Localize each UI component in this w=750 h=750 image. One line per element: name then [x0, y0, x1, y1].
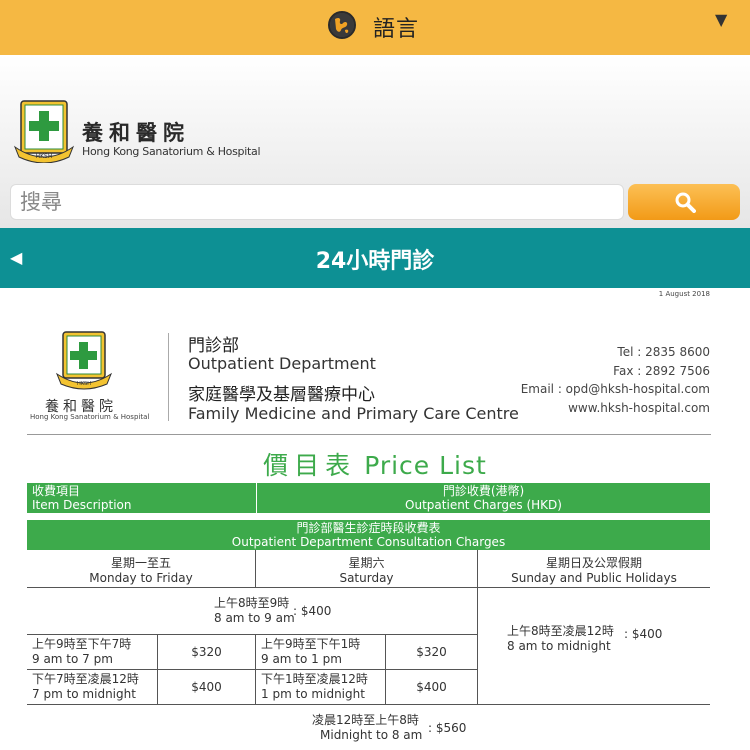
- sat-eve-cn: 下午1時至凌晨12時: [261, 672, 368, 686]
- language-label: 語言: [373, 17, 420, 42]
- divider: [27, 434, 711, 435]
- price-title-en: Price List: [364, 451, 487, 480]
- section-header-cn: 門診部醫生診症時段收費表: [296, 521, 441, 535]
- triangle-down-icon[interactable]: ▼: [715, 10, 727, 29]
- early-period: 上午8時至9時 8 am to 9 am: [214, 596, 295, 626]
- weekday-day-en: 9 am to 7 pm: [32, 652, 113, 666]
- weekday-eve-cn: 下午7時至凌晨12時: [32, 672, 139, 686]
- hospital-name-cn: 養和醫院: [82, 120, 190, 145]
- price-title-cn: 價目表: [263, 451, 357, 480]
- sat-day-price: $320: [416, 645, 447, 659]
- night-period: 凌晨12時至上午8時 Midnight to 8 am: [312, 713, 422, 743]
- department-en: Outpatient Department: [188, 354, 376, 373]
- divider: [168, 333, 169, 421]
- holiday-price: : $400: [624, 627, 663, 641]
- night-cn: 凌晨12時至上午8時: [312, 713, 419, 727]
- col-saturday: 星期六 Saturday: [256, 556, 477, 586]
- centre-en: Family Medicine and Primary Care Centre: [188, 404, 519, 423]
- col-holiday: 星期日及公眾假期 Sunday and Public Holidays: [478, 556, 710, 586]
- document-date: 1 August 2018: [658, 290, 710, 298]
- weekday-eve-en: 7 pm to midnight: [32, 687, 136, 701]
- charge-header: 門診收費(港幣) Outpatient Charges (HKD): [257, 484, 710, 512]
- col-saturday-cn: 星期六: [348, 556, 385, 570]
- night-price: : $560: [428, 721, 467, 735]
- item-header-en: Item Description: [32, 498, 132, 512]
- sat-eve-period: 下午1時至凌晨12時 1 pm to midnight: [261, 672, 368, 702]
- sat-day-period: 上午9時至下午1時 9 am to 1 pm: [261, 637, 360, 667]
- language-bar[interactable]: 語言 ▼: [0, 0, 750, 55]
- price-list-title: 價目表 Price List: [0, 446, 750, 482]
- early-en: 8 am to 9 am: [214, 611, 295, 625]
- sat-day-en: 9 am to 1 pm: [261, 652, 342, 666]
- item-header-cn: 收費項目: [32, 484, 81, 498]
- early-cn: 上午8時至9時: [214, 596, 290, 610]
- sat-day-cn: 上午9時至下午1時: [261, 637, 361, 651]
- hospital-logo: HKSH: [13, 100, 75, 163]
- table-line: [27, 587, 710, 588]
- svg-text:HKSH: HKSH: [36, 153, 53, 160]
- hospital-name-en: Hong Kong Sanatorium & Hospital: [82, 145, 261, 158]
- contact-info: Tel : 2835 8600 Fax : 2892 7506 Email : …: [521, 343, 710, 417]
- sat-eve-price: $400: [416, 680, 447, 694]
- search-button[interactable]: [628, 184, 740, 220]
- page-title: 24小時門診: [315, 249, 435, 274]
- table-line: [27, 634, 477, 635]
- col-weekday-en: Monday to Friday: [89, 571, 193, 585]
- svg-text:HKSH: HKSH: [77, 381, 91, 387]
- website: www.hksh-hospital.com: [568, 400, 710, 415]
- fax: Fax : 2892 7506: [613, 363, 710, 378]
- section-header: 門診部醫生診症時段收費表 Outpatient Department Consu…: [27, 520, 710, 550]
- centre-cn: 家庭醫學及基層醫療中心: [188, 385, 375, 405]
- holiday-en: 8 am to midnight: [507, 639, 611, 653]
- col-weekday-cn: 星期一至五: [110, 556, 171, 570]
- weekday-eve-period: 下午7時至凌晨12時 7 pm to midnight: [32, 672, 139, 702]
- early-price: : $400: [293, 604, 332, 618]
- weekday-day-cn: 上午9時至下午7時: [32, 637, 132, 651]
- table-header: 收費項目 Item Description 門診收費(港幣) Outpatien…: [27, 483, 710, 513]
- magnifier-icon: [675, 192, 696, 213]
- weekday-day-price: $320: [191, 645, 222, 659]
- document-logo: HKSH: [55, 331, 113, 390]
- document-hospital-en: Hong Kong Sanatorium & Hospital: [30, 413, 150, 421]
- item-header: 收費項目 Item Description: [32, 484, 131, 512]
- globe-icon: [328, 11, 356, 39]
- table-line: [27, 669, 477, 670]
- weekday-eve-price: $400: [191, 680, 222, 694]
- table-line: [27, 704, 710, 705]
- col-holiday-cn: 星期日及公眾假期: [545, 556, 642, 570]
- title-bar: ◀ 24小時門診: [0, 228, 750, 288]
- holiday-cn: 上午8時至凌晨12時: [507, 624, 614, 638]
- sat-eve-en: 1 pm to midnight: [261, 687, 365, 701]
- col-weekday: 星期一至五 Monday to Friday: [27, 556, 255, 586]
- night-en: Midnight to 8 am: [320, 728, 423, 742]
- holiday-period: 上午8時至凌晨12時 8 am to midnight: [507, 624, 614, 654]
- department-cn: 門診部: [188, 336, 239, 356]
- search-input[interactable]: [10, 184, 624, 220]
- charge-header-cn: 門診收費(港幣): [442, 484, 525, 498]
- charge-header-en: Outpatient Charges (HKD): [405, 498, 562, 512]
- section-header-en: Outpatient Department Consultation Charg…: [231, 535, 506, 549]
- tel: Tel : 2835 8600: [617, 345, 710, 359]
- table-line: [255, 634, 256, 704]
- weekday-day-period: 上午9時至下午7時 9 am to 7 pm: [32, 637, 131, 667]
- col-saturday-en: Saturday: [339, 571, 394, 585]
- col-holiday-en: Sunday and Public Holidays: [511, 571, 677, 585]
- email: Email : opd@hksh-hospital.com: [520, 382, 710, 396]
